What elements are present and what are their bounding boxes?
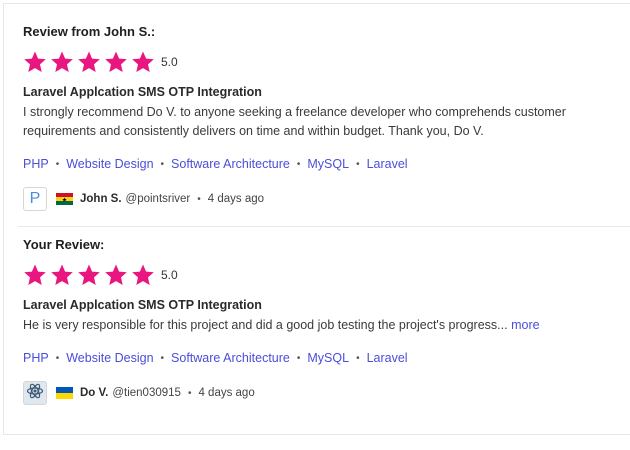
tag-laravel[interactable]: Laravel [367,157,408,171]
star-icon [50,263,74,287]
star-icon [77,263,101,287]
tag-website-design[interactable]: Website Design [66,351,153,365]
review-text: I strongly recommend Do V. to anyone see… [23,103,603,141]
author-name[interactable]: Do V. [80,387,108,399]
rating-value: 5.0 [161,55,178,69]
rating-value: 5.0 [161,268,178,282]
ghana-flag-icon [56,193,73,205]
avatar-letter: P [29,190,41,207]
star-icon [23,50,47,74]
review-body: He is very responsible for this project … [23,318,508,332]
review-time: 4 days ago [198,387,255,399]
skill-tags: PHP • Website Design • Software Architec… [23,155,623,173]
star-icon [104,50,128,74]
skill-tags: PHP • Website Design • Software Architec… [23,349,623,367]
tag-software-architecture[interactable]: Software Architecture [171,157,290,171]
review-heading: Your Review: [23,237,105,252]
tag-php[interactable]: PHP [23,351,49,365]
tag-separator: • [160,352,165,364]
review-heading: Review from John S.: [23,24,156,39]
avatar[interactable]: P [23,187,47,211]
project-title: Laravel Applcation SMS OTP Integration [23,85,262,99]
star-icon [77,50,101,74]
star-icon [131,50,155,74]
ukraine-flag-icon [56,387,73,399]
tag-separator: • [356,158,360,170]
tag-separator: • [356,352,360,364]
tag-separator: • [55,352,60,364]
star-icon [131,263,155,287]
tag-separator: • [160,158,165,170]
star-icon [50,50,74,74]
tag-php[interactable]: PHP [23,157,49,171]
project-title: Laravel Applcation SMS OTP Integration [23,298,262,312]
tag-separator: • [296,352,301,364]
review-author: Do V. @tien030915 • 4 days ago [23,379,623,407]
meta-separator: • [197,193,201,205]
tag-separator: • [296,158,301,170]
author-handle: @tien030915 [112,387,181,399]
avatar[interactable] [23,381,47,405]
review-text: He is very responsible for this project … [23,316,603,335]
review-time: 4 days ago [207,193,265,205]
tag-separator: • [55,158,60,170]
review-card-own: Your Review: 5.0 Laravel Applcation SMS … [23,236,623,407]
tag-mysql[interactable]: MySQL [307,351,349,365]
review-body: I strongly recommend Do V. to anyone see… [23,105,566,138]
more-link[interactable]: more [511,318,539,332]
meta-separator: • [187,387,192,399]
tag-website-design[interactable]: Website Design [66,157,153,171]
star-rating: 5.0 [23,262,623,288]
review-author: P John S. @pointsriver • 4 days ago [23,185,623,213]
tag-software-architecture[interactable]: Software Architecture [171,351,290,365]
tag-mysql[interactable]: MySQL [307,157,349,171]
author-handle: @pointsriver [125,193,191,205]
tag-laravel[interactable]: Laravel [367,351,408,365]
review-card-john: Review from John S.: 5.0 Laravel Applcat… [23,23,623,213]
atom-icon [26,382,44,405]
review-divider [18,226,630,227]
star-icon [23,263,47,287]
star-icon [104,263,128,287]
star-rating: 5.0 [23,49,623,75]
author-name[interactable]: John S. [80,193,122,205]
